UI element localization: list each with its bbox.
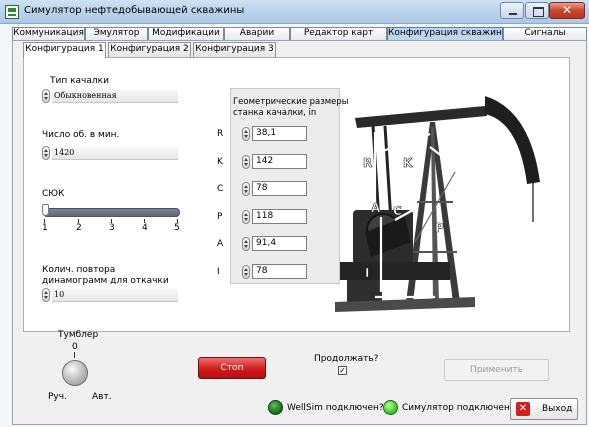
geo-field-k: K 142 (217, 154, 317, 170)
geo-field-r: R 38,1 (217, 126, 317, 142)
pump-type-label: Тип качалки (50, 76, 109, 86)
continue-checkbox[interactable]: ✓ (338, 366, 347, 375)
title-bar: Симулятор нефтедобывающей скважины ✕ (0, 0, 589, 24)
continue-label: Продолжать? (314, 354, 379, 364)
dynamogram-label: Колич. повтора динамограмм для откачки (42, 265, 169, 286)
strokes-numeric[interactable]: 1420 (42, 145, 178, 161)
stop-button[interactable]: Стоп (198, 357, 266, 379)
minimize-button[interactable] (500, 2, 524, 19)
pumpjack-diagram: R K A C I P (335, 96, 540, 312)
geo-input-p[interactable]: 118 (252, 209, 307, 224)
geo-label-k: K (217, 157, 223, 167)
geo-field-a: A 91,4 (217, 236, 317, 252)
tab-emulator[interactable]: Эмулятор (85, 27, 148, 40)
sjuk-tick-label: 2 (76, 223, 82, 233)
strokes-value[interactable]: 1420 (52, 146, 178, 160)
walking-beam (355, 106, 487, 128)
subtab-config-3[interactable]: Конфигурация 3 (193, 42, 276, 57)
close-icon: ✕ (516, 402, 530, 416)
sjuk-slider-track[interactable] (43, 208, 180, 217)
toggle-indicator (74, 352, 75, 358)
sjuk-label: СЮК (42, 189, 65, 199)
diagram-label-r: R (363, 156, 372, 170)
window-title: Симулятор нефтедобывающей скважины (24, 5, 245, 16)
diagram-label-i: I (365, 266, 369, 280)
simulator-status-label: Симулятор подключен? (402, 403, 515, 413)
tab-communication[interactable]: Коммуникация (12, 27, 85, 40)
toggle-right-label: Авт. (92, 392, 112, 402)
toggle-knob[interactable] (62, 360, 88, 386)
strokes-spinner[interactable] (42, 146, 50, 160)
exit-button[interactable]: ✕ Выход (510, 398, 578, 420)
geo-spinner-r[interactable] (242, 127, 250, 141)
geo-spinner-i[interactable] (242, 265, 250, 279)
maximize-button[interactable] (525, 2, 549, 19)
toggle-left-label: Руч. (48, 392, 67, 402)
apply-button[interactable]: Применить (444, 359, 549, 381)
motor (347, 280, 382, 302)
geo-field-c: C 78 (217, 181, 317, 197)
diagram-label-a: A (371, 201, 381, 215)
geo-spinner-c[interactable] (242, 182, 250, 196)
geo-input-i[interactable]: 78 (252, 264, 307, 279)
diagram-label-c: C (393, 204, 402, 218)
geo-input-k[interactable]: 142 (252, 154, 307, 169)
wellsim-status-label: WellSim подключен? (287, 403, 384, 413)
app-icon (5, 5, 19, 19)
exit-button-label: Выход (542, 404, 573, 414)
tab-map-editor[interactable]: Редактор карт (290, 27, 387, 40)
subtab-config-1[interactable]: Конфигурация 1 (23, 42, 106, 58)
dynamogram-spinner[interactable] (42, 288, 50, 302)
toggle-center-mark: 0 (72, 342, 78, 352)
geo-field-p: P 118 (217, 209, 317, 225)
pitman-arm (383, 125, 393, 223)
geo-spinner-p[interactable] (242, 210, 250, 224)
sjuk-slider-thumb[interactable] (42, 204, 49, 216)
geo-label-r: R (217, 129, 224, 139)
geo-label-i: I (217, 267, 220, 277)
tab-alarms[interactable]: Аварии (224, 27, 290, 40)
dynamogram-numeric[interactable]: 10 (42, 287, 178, 303)
sjuk-tick-label: 3 (109, 223, 115, 233)
geo-field-i: I 78 (217, 264, 317, 280)
dynamogram-value[interactable]: 10 (52, 288, 178, 302)
geo-label-c: C (217, 184, 224, 194)
tab-signals[interactable]: Сигналы (503, 27, 587, 40)
diagram-label-p: P (435, 221, 444, 235)
tab-modifications[interactable]: Модификации (148, 27, 224, 40)
geo-label-a: A (217, 239, 224, 249)
sjuk-tick-label: 4 (142, 223, 148, 233)
geo-input-r[interactable]: 38,1 (252, 126, 307, 141)
base-frame (340, 262, 450, 280)
geo-input-a[interactable]: 91,4 (252, 236, 307, 251)
tab-well-configuration[interactable]: Конфигурация скважины (387, 27, 503, 40)
strokes-label: Число об. в мин. (42, 130, 120, 140)
geo-spinner-k[interactable] (242, 155, 250, 169)
pump-type-ring[interactable]: Обыкновенная (42, 88, 178, 104)
sjuk-tick-label: 5 (174, 223, 180, 233)
sjuk-tick-label: 1 (42, 223, 48, 233)
wellsim-led (268, 400, 283, 415)
simulator-led (383, 400, 398, 415)
geo-input-c[interactable]: 78 (252, 181, 307, 196)
close-button[interactable]: ✕ (549, 2, 585, 19)
diagram-label-k: K (403, 156, 413, 170)
subtab-config-2[interactable]: Конфигурация 2 (108, 42, 191, 57)
horse-head (485, 96, 540, 184)
geo-spinner-a[interactable] (242, 237, 250, 251)
pump-type-spinner[interactable] (42, 89, 50, 103)
geo-label-p: P (217, 212, 223, 222)
pump-type-value[interactable]: Обыкновенная (52, 89, 178, 103)
toggle-label: Тумблер (58, 330, 99, 340)
